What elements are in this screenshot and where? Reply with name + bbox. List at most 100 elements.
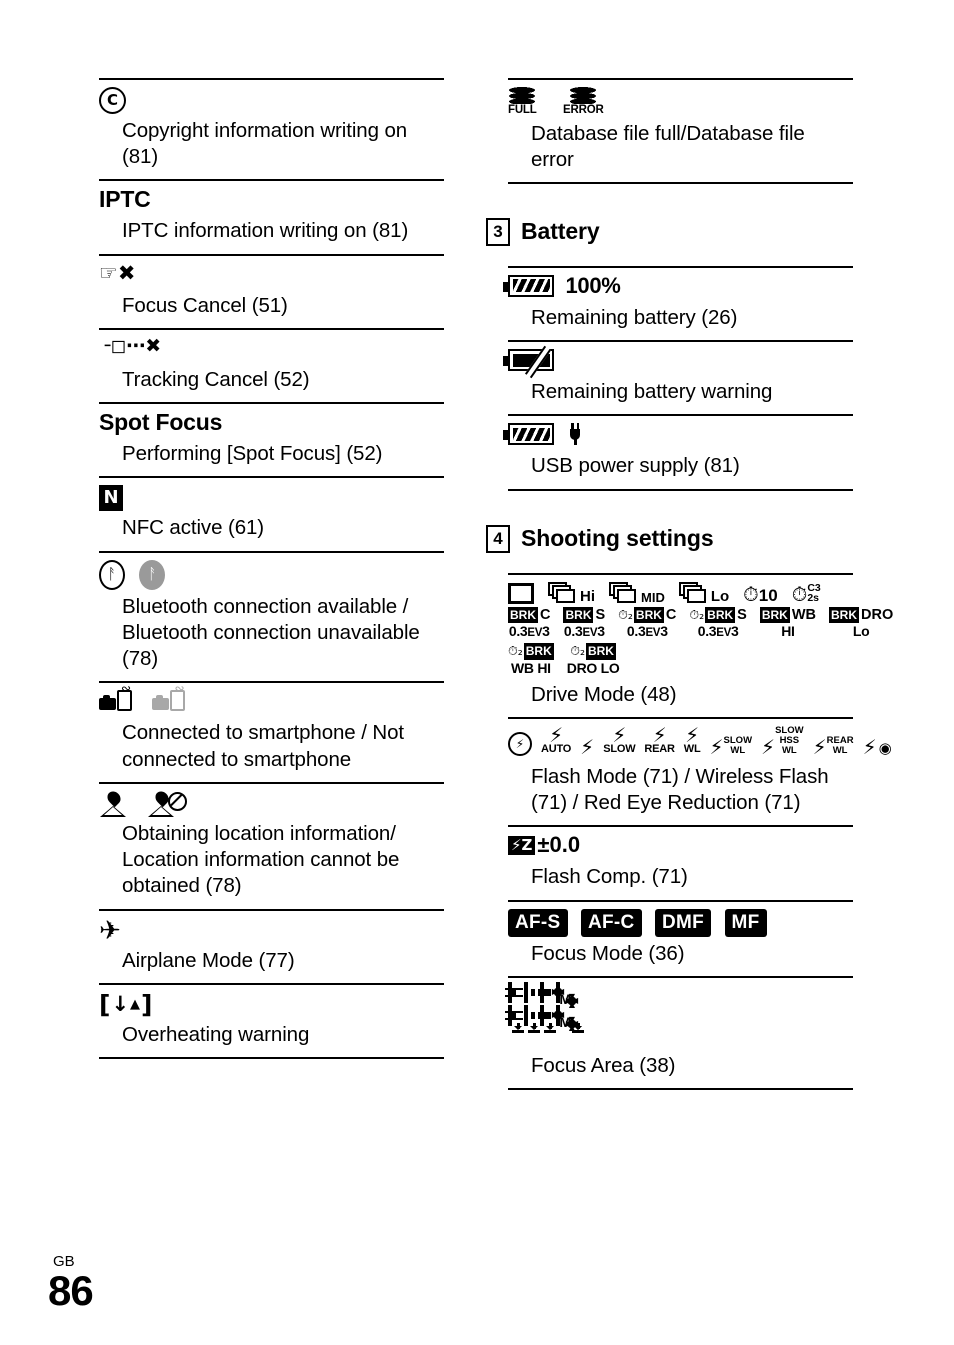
- bluetooth-unavailable-icon: ᚨ: [139, 559, 166, 590]
- bracket-level: DRO LO: [566, 659, 620, 676]
- connected-smartphone-icon: ∾: [99, 682, 132, 716]
- focus-area-row-1: ▲ ▼ ◀ ▶ M ▲ ▼ ◀ ▶: [505, 981, 853, 1008]
- continuous-mid-icon: MID: [609, 581, 665, 605]
- self-timer-continuous-icon: ⏱ C3 2s: [791, 581, 821, 606]
- focus-mode-badges: AF-S AF-C DMF MF: [508, 908, 853, 937]
- tracking-marker-icon: [528, 1022, 540, 1033]
- right-column: FULL ERROR Database file full/Database f…: [486, 78, 893, 1091]
- entry-smartphone-description: Connected to smartphone / Not connected …: [122, 721, 404, 771]
- bracket-badge: BRK: [585, 643, 616, 660]
- entry-spot-focus: Spot Focus Performing [Spot Focus] (52): [99, 402, 444, 476]
- continuous-hi-label: Hi: [580, 587, 595, 605]
- focus-area-center-tracking-icon: [540, 1004, 556, 1033]
- entry-focus-mode: AF-S AF-C DMF MF Focus Mode (36): [508, 899, 853, 976]
- entry-focus-cancel: ☞✖ Focus Cancel (51): [99, 253, 444, 328]
- airplane-icon-glyph: ✈: [99, 915, 121, 946]
- flash-slow-wl-bottom: WL: [730, 744, 746, 756]
- continuous-mid-label: MID: [641, 589, 665, 605]
- bracket-ev-count: 3: [597, 623, 605, 640]
- flash-slow-label: SLOW: [603, 743, 636, 756]
- section-title-shooting: Shooting settings: [521, 525, 714, 552]
- bracket-dro-icon: BRK DRO Lo: [829, 606, 893, 641]
- entry-drive-mode: Hi MID Lo ⏱ 10 ⏱ C3 2s BRK C 0.3EV3 BRK …: [508, 572, 893, 717]
- usb-battery-shape: [503, 423, 554, 446]
- entry-airplane: ✈ Airplane Mode (77): [99, 908, 444, 983]
- entry-bluetooth-description: Bluetooth connection available / Bluetoo…: [122, 594, 420, 671]
- nfc-icon-letter: N: [99, 485, 123, 512]
- iptc-label-text: IPTC: [99, 186, 151, 213]
- entry-focus-mode-description: Focus Mode (36): [531, 941, 685, 965]
- focus-area-wide-tracking-icon: [505, 1004, 524, 1033]
- entry-usb-power: USB power supply (81): [503, 414, 853, 491]
- flash-comp-badge: ⚡Z: [508, 835, 536, 855]
- flash-comp-icon: ⚡Z ±0.0: [508, 834, 853, 860]
- flash-comp-icon-group: ⚡Z ±0.0: [508, 834, 853, 856]
- overheating-icon-glyph: [↓ ▲]: [99, 989, 153, 1019]
- entry-flash-comp: ⚡Z ±0.0 Flash Comp. (71): [508, 825, 853, 899]
- usb-power-icon: [503, 423, 853, 449]
- entry-tracking-cancel-description: Tracking Cancel (52): [122, 367, 310, 391]
- airplane-icon: ✈: [99, 918, 444, 944]
- entry-location-description: Obtaining location information/ Location…: [122, 821, 400, 898]
- focus-area-wide-icon: [505, 981, 523, 1003]
- entry-focus-cancel-description: Focus Cancel (51): [122, 293, 288, 317]
- bracket-ev-count: 3: [542, 623, 550, 640]
- battery-full-icon: 100%: [503, 274, 853, 301]
- bracket-timer-dro-icon: ⏱₂ BRK DRO LO: [566, 643, 620, 676]
- database-error-icon: ERROR: [563, 87, 604, 117]
- bracket-level: Lo: [852, 623, 870, 640]
- overheating-icon: [↓ ▲]: [99, 992, 444, 1018]
- flash-icon-row: ⚡ ⚡ AUTO ⚡ ⚡ SLOW ⚡ REAR ⚡ WL ⚡ SLOW WL …: [508, 725, 892, 757]
- spot-focus-label-text: Spot Focus: [99, 409, 223, 436]
- continuous-lo-icon: Lo: [678, 581, 730, 605]
- not-connected-smartphone-icon: ∾: [152, 682, 186, 716]
- bracket-ev-unit: EV: [716, 627, 732, 640]
- bracket-badge: BRK: [508, 606, 538, 624]
- hand-cancel-icon-glyph: ☞✖: [99, 260, 136, 285]
- entry-battery-warning: Remaining battery warning: [503, 340, 853, 414]
- bracket-ev-value: 0.3: [697, 623, 717, 640]
- section-number-battery: 3: [486, 217, 510, 246]
- bracket-badge: BRK: [563, 606, 594, 624]
- section-number-shooting: 4: [486, 524, 510, 553]
- bracket-single-icon: BRK S 0.3EV3: [563, 606, 605, 641]
- bracket-timer-single-icon: ⏱₂ BRK S 0.3EV3: [689, 606, 747, 640]
- entry-overheating-description: Overheating warning: [122, 1022, 310, 1046]
- bracket-level: HI: [781, 623, 795, 640]
- entry-iptc: IPTC IPTC information writing on (81): [99, 179, 444, 253]
- flash-auto-label: AUTO: [541, 743, 572, 756]
- entry-iptc-description: IPTC information writing on (81): [122, 219, 409, 243]
- focus-mode-badge-af-s: AF-S: [508, 908, 568, 937]
- page-footer: GB 86: [48, 1254, 94, 1313]
- database-full-label: FULL: [508, 104, 537, 116]
- entry-focus-area: ▲ ▼ ◀ ▶ M ▲ ▼ ◀ ▶ ▲ ▼ ◀ ▶ M ▲ ▼ ◀ ▶ Focu…: [505, 975, 853, 1091]
- focus-mode-badge-mf: MF: [724, 908, 767, 937]
- focus-cancel-icon: ☞✖: [99, 260, 444, 289]
- focus-mode-badge-dmf: DMF: [655, 908, 712, 937]
- database-icon-pair: FULL ERROR: [508, 87, 853, 117]
- focus-area-zone-tracking-icon: [524, 1004, 548, 1033]
- entry-nfc-description: NFC active (61): [122, 516, 265, 540]
- bracket-timer-wb-icon: ⏱₂ BRK WB HI: [508, 643, 554, 676]
- entry-smartphone: ∾ ∾ Connected to smartphone / Not connec…: [99, 681, 444, 781]
- drive-mode-row-primary: Hi MID Lo ⏱ 10 ⏱ C3 2s: [508, 581, 853, 606]
- database-full-icon: FULL: [508, 87, 537, 117]
- bracket-row-2: ⏱₂ BRK WB HI ⏱₂ BRK DRO LO: [508, 643, 853, 677]
- bracket-ev-count: 3: [660, 623, 668, 640]
- focus-area-flexible-spot-icon: ▲ ▼ ◀ ▶ M: [551, 981, 571, 1007]
- entry-location: Obtaining location information/ Location…: [99, 781, 444, 909]
- continuous-lo-label: Lo: [710, 587, 730, 605]
- self-timer-cont-delay: 2s: [807, 592, 819, 605]
- entry-flash-mode: ⚡ ⚡ AUTO ⚡ ⚡ SLOW ⚡ REAR ⚡ WL ⚡ SLOW WL …: [508, 716, 892, 825]
- copyright-icon-letter: C: [99, 87, 126, 114]
- entry-spot-focus-description: Performing [Spot Focus] (52): [122, 442, 383, 466]
- drive-mode-icon-group: Hi MID Lo ⏱ 10 ⏱ C3 2s BRK C 0.3EV3 BRK …: [508, 581, 893, 678]
- entry-copyright-description: Copyright information writing on (81): [122, 119, 408, 169]
- bracket-timer-cont-icon: ⏱₂ BRK C 0.3EV3: [618, 606, 677, 640]
- bracket-level: WB HI: [511, 659, 551, 676]
- nfc-icon: N: [99, 485, 444, 512]
- left-column: C Copyright information writing on (81) …: [99, 78, 444, 1059]
- bracket-badge: BRK: [829, 606, 860, 624]
- entry-copyright: C Copyright information writing on (81): [99, 78, 444, 179]
- bracket-ev-count: 3: [731, 623, 739, 640]
